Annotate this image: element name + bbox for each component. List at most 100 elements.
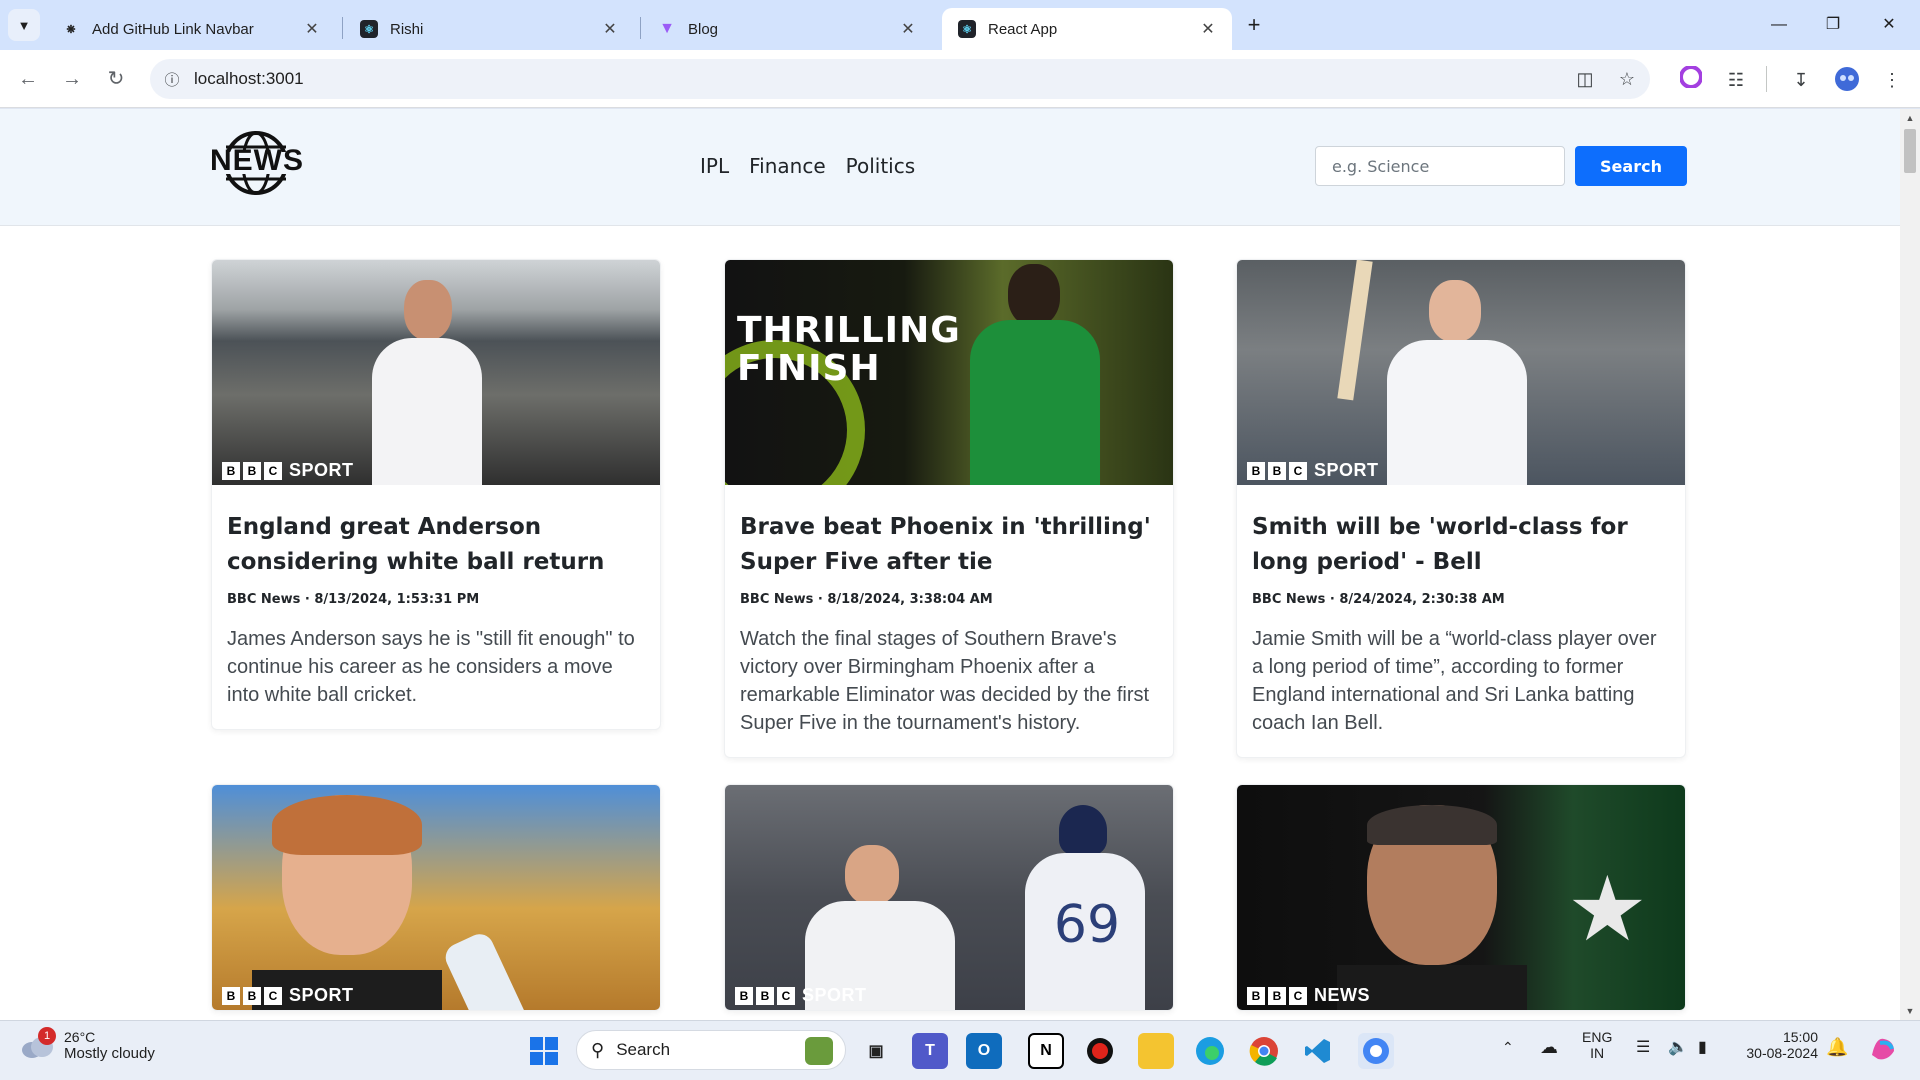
close-tab-icon[interactable]: ✕ — [302, 19, 322, 39]
scrollbar-thumb[interactable] — [1904, 129, 1916, 173]
weather-condition: Mostly cloudy — [64, 1045, 155, 1062]
article-card[interactable]: THRILLING FINISH Brave beat Phoenix in '… — [724, 259, 1174, 758]
article-card[interactable]: BBC SPORT — [211, 784, 661, 1011]
minimize-window-button[interactable]: — — [1756, 10, 1802, 40]
install-app-icon[interactable]: ◫ — [1574, 68, 1596, 90]
search-input[interactable] — [1315, 146, 1565, 186]
article-meta: BBC News · 8/24/2024, 2:30:38 AM — [1252, 592, 1505, 607]
restore-window-button[interactable]: ❐ — [1810, 10, 1856, 40]
teams-icon[interactable]: T — [912, 1033, 948, 1069]
article-description: James Anderson says he is "still fit eno… — [227, 628, 635, 706]
site-navbar: NEWS IPL Finance Politics Search — [0, 109, 1900, 226]
article-image[interactable]: BBC SPORT — [212, 260, 660, 485]
nav-link-ipl[interactable]: IPL — [700, 154, 729, 178]
player-figure — [970, 260, 1100, 485]
scroll-up-icon[interactable]: ▲ — [1900, 113, 1920, 123]
nav-link-finance[interactable]: Finance — [749, 154, 826, 178]
bat-graphic — [1337, 260, 1373, 401]
wifi-icon[interactable]: ☰ — [1636, 1037, 1650, 1057]
taskbar-search[interactable]: ⚲ Search — [576, 1030, 846, 1070]
back-button[interactable]: ← — [12, 63, 44, 95]
article-title[interactable]: Smith will be 'world-class for long peri… — [1252, 510, 1670, 580]
browser-toolbar: ← → ↻ ⓘ localhost:3001 ◫ ☆ ☷ ↧ ⋮ — [0, 50, 1920, 108]
badge-label: NEWS — [1314, 985, 1370, 1005]
tab-rishi[interactable]: ⚛ Rishi ✕ — [344, 8, 634, 50]
weather-widget[interactable]: 1 26°C Mostly cloudy — [20, 1026, 155, 1062]
windows-start-icon[interactable] — [526, 1033, 562, 1069]
article-card[interactable]: BBC SPORT England great Anderson conside… — [211, 259, 661, 730]
bbc-sport-badge: BBC SPORT — [1247, 460, 1379, 481]
onedrive-cloud-icon[interactable]: ☁ — [1540, 1037, 1558, 1058]
record-app-icon[interactable] — [1082, 1033, 1118, 1069]
react-favicon-icon: ⚛ — [958, 20, 976, 38]
tab-blog[interactable]: ▼ Blog ✕ — [642, 8, 932, 50]
bookmark-star-icon[interactable]: ☆ — [1616, 68, 1638, 90]
notification-bell-icon[interactable]: 🔔 — [1826, 1037, 1848, 1058]
downloads-icon[interactable]: ↧ — [1787, 66, 1815, 94]
nav-link-politics[interactable]: Politics — [846, 154, 916, 178]
article-description: Jamie Smith will be a “world-class playe… — [1252, 628, 1657, 734]
card-body: England great Anderson considering white… — [212, 485, 660, 729]
tab-github-link[interactable]: ❋ Add GitHub Link Navbar ✕ — [46, 8, 336, 50]
article-card[interactable]: ★ BBC NEWS — [1236, 784, 1686, 1011]
article-title[interactable]: England great Anderson considering white… — [227, 510, 645, 580]
article-image[interactable]: 69 BBC SPORT — [725, 785, 1173, 1010]
extension-color-icon[interactable] — [1677, 65, 1705, 94]
page-viewport: NEWS IPL Finance Politics Search BBC SPO… — [0, 109, 1900, 1020]
address-bar[interactable]: ⓘ localhost:3001 ◫ ☆ — [150, 59, 1650, 99]
address-bar-url[interactable]: localhost:3001 — [194, 69, 304, 89]
tab-divider — [640, 17, 641, 39]
notion-icon[interactable]: N — [1028, 1033, 1064, 1069]
profile-avatar[interactable] — [1833, 66, 1861, 94]
file-explorer-icon[interactable] — [1138, 1033, 1174, 1069]
vscode-icon[interactable] — [1300, 1033, 1336, 1069]
show-hidden-icons[interactable]: ⌃ — [1502, 1039, 1514, 1056]
article-title[interactable]: Brave beat Phoenix in 'thrilling' Super … — [740, 510, 1158, 580]
task-view-icon[interactable]: ▣ — [858, 1033, 894, 1069]
tab-react-app[interactable]: ⚛ React App ✕ — [942, 8, 1232, 50]
badge-label: SPORT — [289, 460, 354, 480]
search-icon: ⚲ — [591, 1039, 605, 1060]
article-image[interactable]: BBC SPORT — [1237, 260, 1685, 485]
battery-icon[interactable]: ▮ — [1698, 1037, 1707, 1057]
clock[interactable]: 15:00 30-08-2024 — [1742, 1029, 1818, 1061]
react-favicon-icon: ⚛ — [360, 20, 378, 38]
site-info-icon[interactable]: ⓘ — [150, 69, 194, 90]
card-body: Smith will be 'world-class for long peri… — [1237, 485, 1685, 757]
logo-text: NEWS — [210, 144, 304, 177]
close-tab-icon[interactable]: ✕ — [898, 19, 918, 39]
extensions-puzzle-icon[interactable]: ☷ — [1722, 66, 1750, 94]
page-scrollbar[interactable]: ▲ ▼ — [1900, 109, 1920, 1020]
article-image[interactable]: BBC SPORT — [212, 785, 660, 1010]
scroll-down-icon[interactable]: ▼ — [1900, 1006, 1920, 1016]
close-window-button[interactable]: ✕ — [1866, 10, 1912, 40]
news-logo[interactable]: NEWS — [210, 131, 304, 195]
language-code: ENG — [1582, 1029, 1613, 1045]
language-indicator[interactable]: ENG IN — [1582, 1029, 1612, 1061]
browser-menu-icon[interactable]: ⋮ — [1878, 66, 1906, 94]
close-tab-icon[interactable]: ✕ — [600, 19, 620, 39]
article-card[interactable]: BBC SPORT Smith will be 'world-class for… — [1236, 259, 1686, 758]
tab-title: React App — [988, 20, 1058, 38]
new-tab-button[interactable]: + — [1240, 12, 1268, 40]
article-image[interactable]: ★ BBC NEWS — [1237, 785, 1685, 1010]
close-tab-icon[interactable]: ✕ — [1198, 19, 1218, 39]
bbc-sport-badge: BBC SPORT — [222, 985, 354, 1006]
outlook-icon[interactable]: O — [966, 1033, 1002, 1069]
search-button[interactable]: Search — [1575, 146, 1687, 186]
volume-icon[interactable]: 🔈 — [1668, 1037, 1688, 1057]
article-image[interactable]: THRILLING FINISH — [725, 260, 1173, 485]
region-code: IN — [1590, 1045, 1605, 1061]
chrome-profile-icon[interactable] — [1358, 1033, 1394, 1069]
cloud-weather-icon: 1 — [20, 1026, 56, 1059]
article-card[interactable]: 69 BBC SPORT — [724, 784, 1174, 1011]
copilot-icon[interactable] — [1868, 1033, 1898, 1066]
tab-search-dropdown-button[interactable]: ▼ — [8, 9, 40, 41]
chrome-icon[interactable] — [1246, 1033, 1282, 1069]
edge-icon[interactable] — [1192, 1033, 1228, 1069]
vite-favicon-icon: ▼ — [659, 20, 675, 37]
color-picker-icon — [1679, 65, 1703, 89]
bottle-graphic — [441, 929, 533, 1010]
forward-button[interactable]: → — [56, 63, 88, 95]
reload-button[interactable]: ↻ — [100, 63, 132, 95]
